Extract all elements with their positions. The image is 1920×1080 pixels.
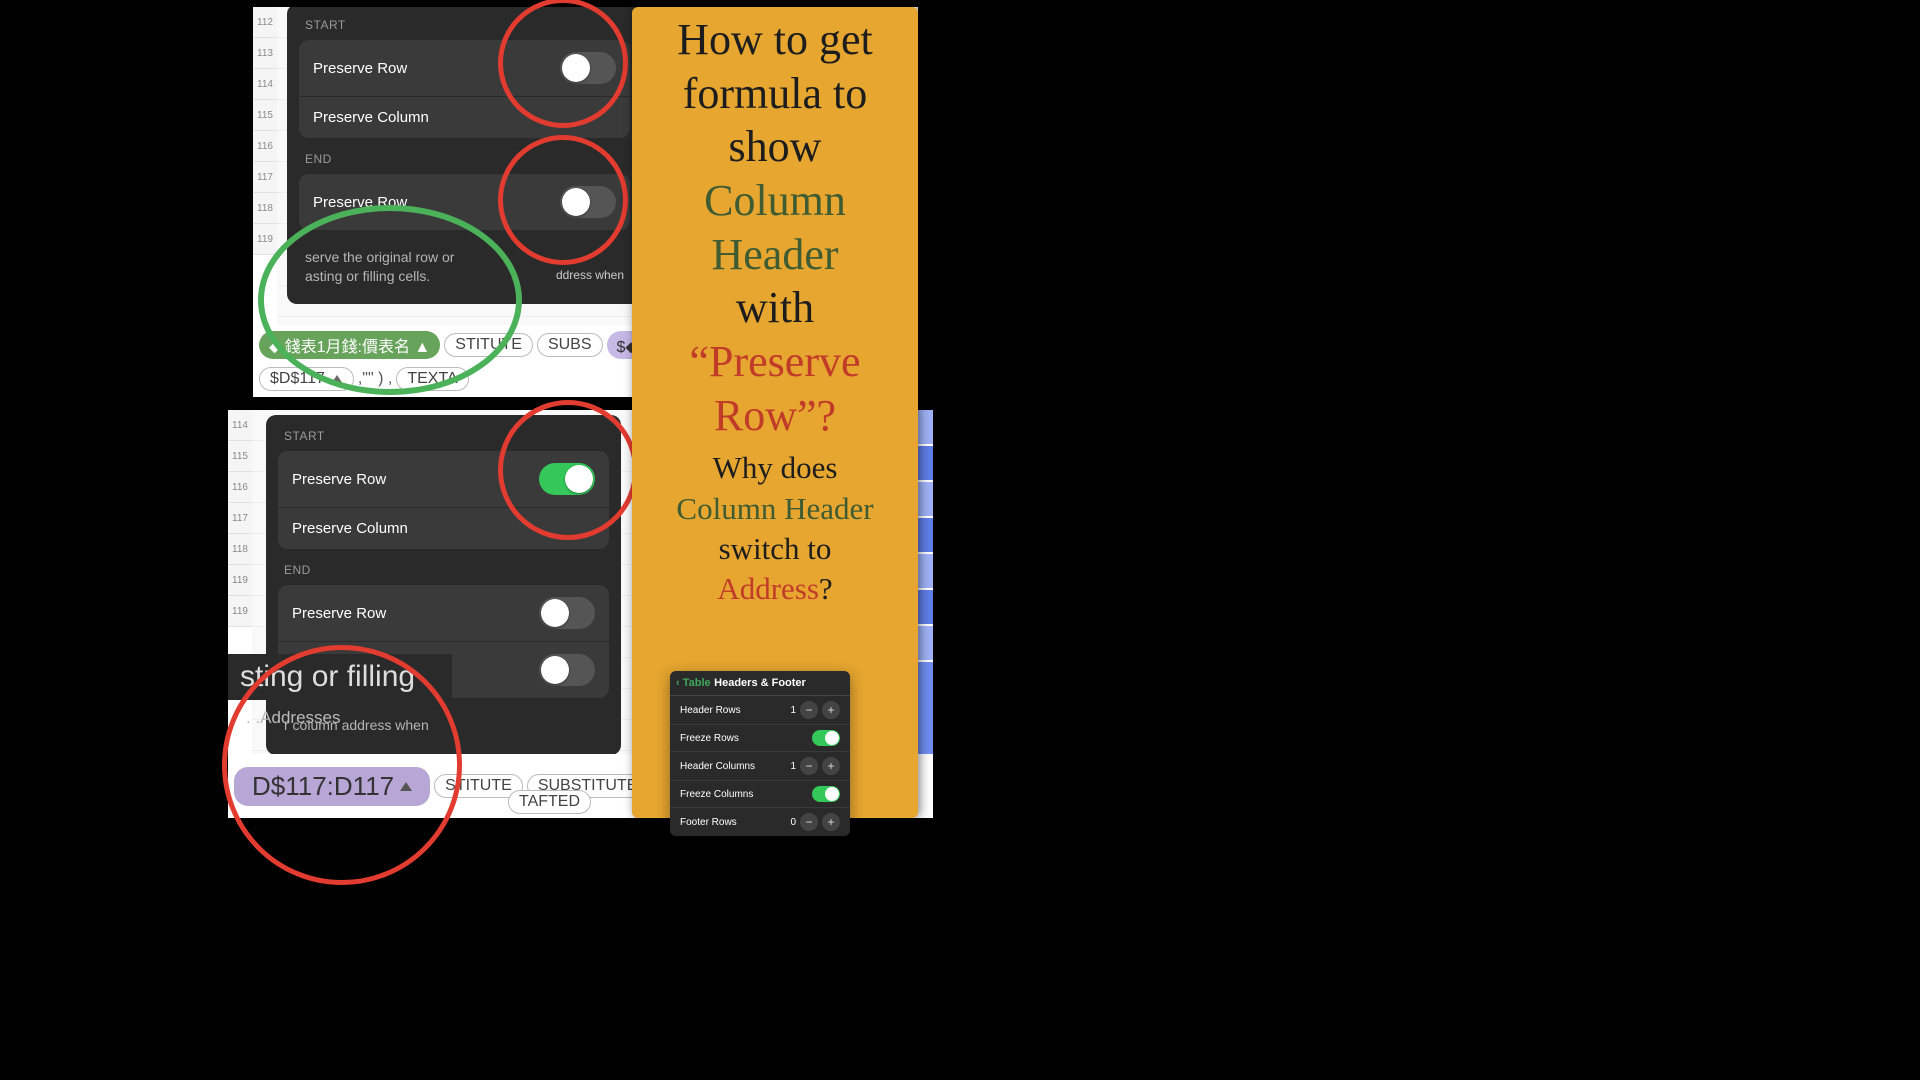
label: Header Columns xyxy=(680,761,755,772)
start-preserve-column[interactable]: Preserve Column xyxy=(278,507,609,549)
start-preserve-row[interactable]: Preserve Row xyxy=(278,451,609,507)
headers-footer-panel: ‹ Table Headers & Footer Header Rows 1 −… xyxy=(670,671,850,836)
decrement-button[interactable]: − xyxy=(800,813,818,831)
fn-substitute-partial2[interactable]: SUBS xyxy=(537,333,603,357)
callout-line: How to get xyxy=(677,15,873,64)
callout-line: Column xyxy=(704,176,846,225)
freeze-rows-toggle[interactable] xyxy=(812,730,840,746)
chevron-up-icon xyxy=(400,782,412,791)
row-num: 118 xyxy=(228,534,252,565)
footer-rows-row: Footer Rows 0 − + xyxy=(670,808,850,836)
row-num: 115 xyxy=(228,441,252,472)
header-rows-row: Header Rows 1 − + xyxy=(670,696,850,725)
row-num: 117 xyxy=(228,503,252,534)
fn-substitute-partial[interactable]: STITUTE xyxy=(444,333,533,357)
formula-text: ,"" ) , xyxy=(358,370,392,388)
row-num: 116 xyxy=(228,472,252,503)
ref-token-d117[interactable]: $D$117 xyxy=(259,367,354,391)
row-gutter: 112 113 114 115 116 117 118 119 xyxy=(253,7,277,255)
value: 1 xyxy=(790,705,796,716)
callout-line: formula to xyxy=(683,69,868,118)
toggle-end-preserve-row[interactable] xyxy=(560,186,616,218)
end-preserve-row[interactable]: Preserve Row xyxy=(299,174,630,230)
callout-line: show xyxy=(729,122,822,171)
label: Preserve Column xyxy=(313,109,429,126)
callout-line: “Preserve xyxy=(689,337,860,386)
increment-button[interactable]: + xyxy=(822,701,840,719)
reference-popover-top: START Preserve Row Preserve Column END P… xyxy=(287,7,642,304)
callout-sub: Address xyxy=(717,571,819,606)
start-preserve-row[interactable]: Preserve Row xyxy=(299,40,630,96)
label: Preserve Row xyxy=(313,60,407,77)
chevron-up-icon xyxy=(331,375,343,384)
toggle-end-preserve-column[interactable] xyxy=(539,654,595,686)
row-num: 115 xyxy=(253,100,277,131)
row-num: 114 xyxy=(228,410,252,441)
end-section-label: END xyxy=(287,152,642,174)
label: Freeze Columns xyxy=(680,789,753,800)
panel-title: Headers & Footer xyxy=(714,677,806,689)
label: Preserve Row xyxy=(292,605,386,622)
toggle-end-preserve-row[interactable] xyxy=(539,597,595,629)
reference-popover-bottom: START Preserve Row Preserve Column END P… xyxy=(266,415,621,755)
magnified-hint: sting or filling xyxy=(228,654,452,700)
callout-sub: ? xyxy=(819,571,833,606)
callout-line: Header xyxy=(711,230,838,279)
row-num: 112 xyxy=(253,7,277,38)
increment-button[interactable]: + xyxy=(822,813,840,831)
hint-text: serve the original row or asting or fill… xyxy=(287,244,642,296)
value: 1 xyxy=(790,761,796,772)
value: 0 xyxy=(790,817,796,828)
start-preserve-column[interactable]: Preserve Column xyxy=(299,96,630,138)
label: Preserve Column xyxy=(292,520,408,537)
label: Header Rows xyxy=(680,705,741,716)
label: Freeze Rows xyxy=(680,733,739,744)
callout-sub: Why does xyxy=(713,450,838,485)
toggle-start-preserve-row[interactable] xyxy=(560,52,616,84)
label: Footer Rows xyxy=(680,817,737,828)
row-num: 116 xyxy=(253,131,277,162)
end-preserve-row[interactable]: Preserve Row xyxy=(278,585,609,641)
ref-token-header[interactable]: ⬥ 錢表1月錢:價表名 ▲ xyxy=(259,331,440,359)
callout-sub: Column Header xyxy=(676,491,873,526)
freeze-rows-row: Freeze Rows xyxy=(670,725,850,752)
row-gutter: 114 115 116 117 118 119 119 xyxy=(228,410,252,627)
ref-token-range[interactable]: D$117:D117 xyxy=(234,767,430,806)
end-section-label: END xyxy=(266,563,621,585)
row-num: 117 xyxy=(253,162,277,193)
row-num: 119 xyxy=(253,224,277,255)
row-num: 118 xyxy=(253,193,277,224)
freeze-columns-row: Freeze Columns xyxy=(670,781,850,808)
row-num: 113 xyxy=(253,38,277,69)
toggle-start-preserve-row-on[interactable] xyxy=(539,463,595,495)
row-num: 114 xyxy=(253,69,277,100)
decrement-button[interactable]: − xyxy=(800,757,818,775)
start-section-label: START xyxy=(287,18,642,40)
increment-button[interactable]: + xyxy=(822,757,840,775)
callout-line: Row”? xyxy=(714,391,836,440)
callout-line: with xyxy=(736,283,814,332)
start-section-label: START xyxy=(266,429,621,451)
decrement-button[interactable]: − xyxy=(800,701,818,719)
callout-sub: switch to xyxy=(719,531,832,566)
label: Preserve Row xyxy=(313,194,407,211)
row-num: 119 xyxy=(228,596,252,627)
freeze-columns-toggle[interactable] xyxy=(812,786,840,802)
back-to-table[interactable]: ‹ Table xyxy=(676,677,711,689)
fn-texta[interactable]: TEXTA xyxy=(396,367,468,391)
fn-tafted[interactable]: TAFTED xyxy=(508,790,591,814)
header-columns-row: Header Columns 1 − + xyxy=(670,752,850,781)
label: Preserve Row xyxy=(292,471,386,488)
hint-addresses: . .Addresses xyxy=(246,708,341,728)
row-num: 119 xyxy=(228,565,252,596)
